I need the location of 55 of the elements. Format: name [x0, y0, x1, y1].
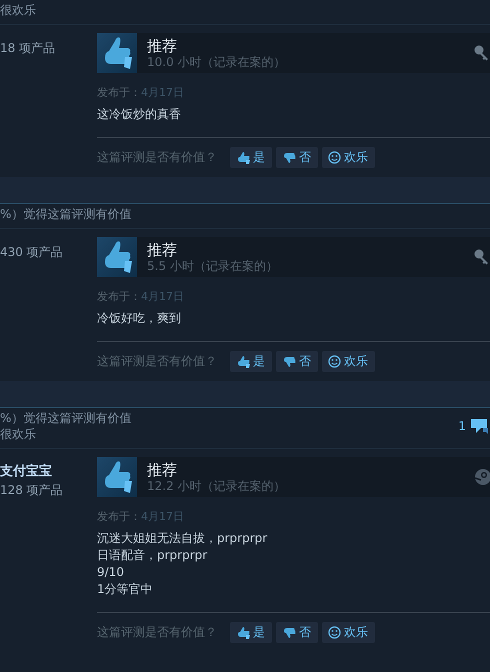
thumbs-down-icon	[282, 355, 296, 368]
thumbs-up-icon	[97, 237, 137, 277]
recommendation-banner[interactable]: 推荐 12.2 小时（记录在案的）	[97, 457, 490, 497]
key-icon	[474, 249, 490, 265]
smiley-icon	[328, 355, 341, 368]
yes-button[interactable]: 是	[230, 351, 272, 372]
funny-button[interactable]: 欢乐	[322, 622, 375, 643]
speech-bubble-icon	[470, 418, 488, 434]
review-text: 冷饭好吃，爽到	[97, 310, 182, 327]
smiley-icon	[328, 626, 341, 639]
helpful-summary: 很欢乐	[0, 426, 37, 442]
thumbs-down-icon	[282, 151, 296, 164]
thumbs-up-icon	[97, 33, 137, 73]
funny-button[interactable]: 欢乐	[322, 147, 375, 168]
no-button[interactable]: 否	[276, 351, 318, 372]
posted-date: 发布于：4月17日	[97, 86, 185, 100]
thumbs-up-icon	[236, 626, 250, 639]
thumbs-up-icon	[236, 151, 250, 164]
yes-button[interactable]: 是	[230, 622, 272, 643]
review-text: 这冷饭炒的真香	[97, 106, 182, 123]
recommendation-banner[interactable]: 推荐 10.0 小时（记录在案的）	[97, 33, 490, 73]
playtime: 12.2 小时（记录在案的）	[147, 478, 287, 494]
helpful-summary: %）觉得这篇评测有价值	[0, 206, 132, 222]
verdict-title: 推荐	[147, 460, 178, 478]
funny-button[interactable]: 欢乐	[322, 351, 375, 372]
comment-count[interactable]: 1	[458, 418, 488, 434]
helpful-summary: %）觉得这篇评测有价值	[0, 410, 132, 426]
thumbs-down-icon	[282, 626, 296, 639]
helpful-question: 这篇评测是否有价值？	[97, 624, 217, 641]
product-count[interactable]: 18 项产品	[0, 39, 97, 57]
thumbs-up-icon	[97, 457, 137, 497]
posted-date: 发布于：4月17日	[97, 510, 185, 524]
verdict-title: 推荐	[147, 36, 178, 54]
no-button[interactable]: 否	[276, 147, 318, 168]
author-name[interactable]: 支付宝宝	[0, 463, 97, 481]
playtime: 5.5 小时（记录在案的）	[147, 258, 279, 274]
verdict-title: 推荐	[147, 240, 178, 258]
helpful-summary: 很欢乐	[0, 2, 36, 18]
yes-button[interactable]: 是	[230, 147, 272, 168]
review-text: 日语配音，prprprpr	[97, 547, 208, 564]
review-text: 沉迷大姐姐无法自拔，prprprpr	[97, 530, 268, 547]
smiley-icon	[328, 151, 341, 164]
recommendation-banner[interactable]: 推荐 5.5 小时（记录在案的）	[97, 237, 490, 277]
product-count[interactable]: 430 项产品	[0, 243, 97, 261]
helpful-question: 这篇评测是否有价值？	[97, 149, 217, 166]
key-icon	[474, 45, 490, 61]
thumbs-up-icon	[236, 355, 250, 368]
playtime: 10.0 小时（记录在案的）	[147, 54, 287, 70]
no-button[interactable]: 否	[276, 622, 318, 643]
posted-date: 发布于：4月17日	[97, 290, 185, 304]
product-count[interactable]: 128 项产品	[0, 481, 97, 499]
review-text: 1分等官中	[97, 581, 154, 598]
helpful-question: 这篇评测是否有价值？	[97, 353, 217, 370]
review-text: 9/10	[97, 564, 125, 581]
steam-logo-icon	[474, 468, 490, 486]
